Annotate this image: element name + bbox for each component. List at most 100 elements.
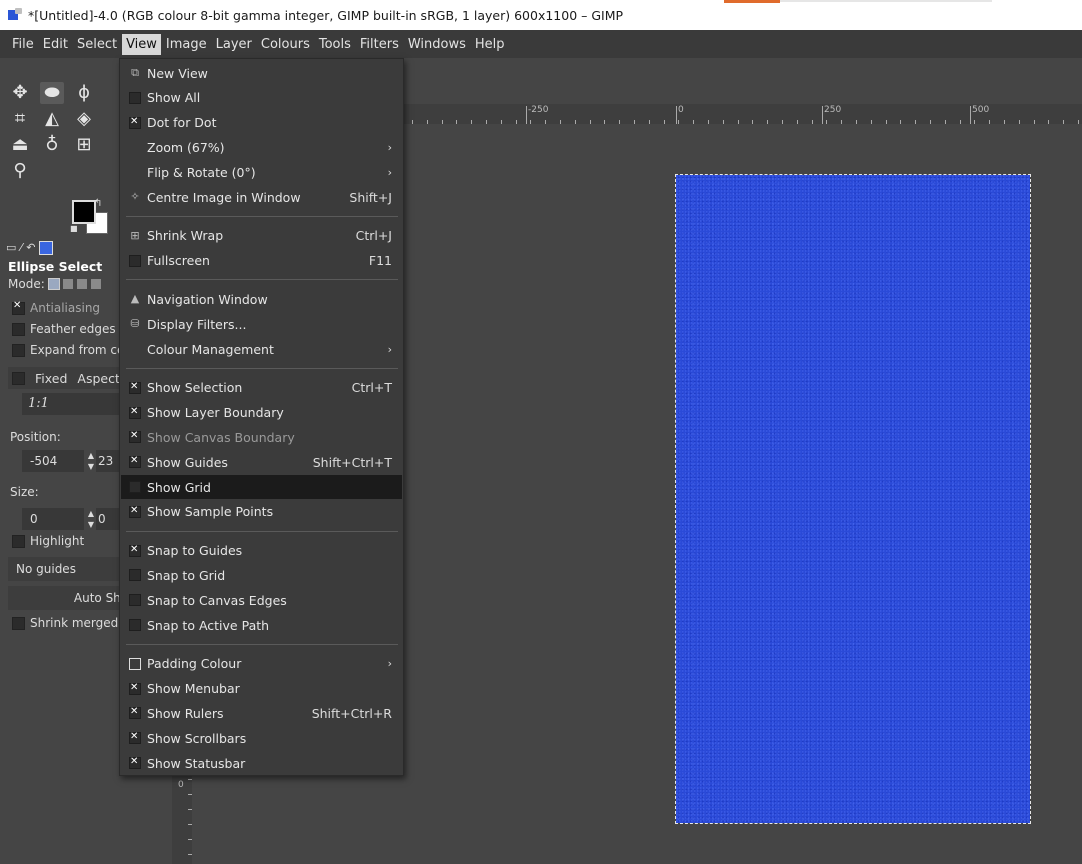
highlight-option[interactable]: Highlight: [12, 534, 84, 548]
tool-row-3: ⏏ ♁ ⊞: [8, 134, 96, 156]
view-menu-item-snap-to-active-path[interactable]: Snap to Active Path: [121, 613, 402, 637]
menu-tools[interactable]: Tools: [315, 34, 355, 55]
view-menu-item-colour-management[interactable]: Colour Management ›: [121, 337, 402, 361]
view-menu-item-zoom-67[interactable]: Zoom (67%) ›: [121, 135, 402, 159]
clone-tool-icon[interactable]: ⏏: [8, 134, 32, 156]
view-menu-item-fullscreen[interactable]: Fullscreen F11: [121, 249, 402, 273]
menu-separator: [126, 367, 398, 369]
aspect-combo[interactable]: Aspect: [77, 371, 119, 386]
checkbox-icon: [129, 254, 141, 267]
menu-select[interactable]: Select: [73, 34, 121, 55]
expand-from-center-option[interactable]: Expand from cen: [12, 343, 132, 357]
position-x-spinner[interactable]: ▲ ▼: [86, 450, 96, 472]
ellipse-select-icon[interactable]: ⬬: [40, 82, 64, 104]
view-menu-item-label: Snap to Canvas Edges: [147, 592, 287, 608]
view-menu-item-navigation-window[interactable]: ▲ Navigation Window: [121, 287, 402, 311]
view-menu-item-show-statusbar[interactable]: Show Statusbar: [121, 751, 402, 775]
free-select-icon[interactable]: ϕ: [72, 82, 96, 104]
antialiasing-option[interactable]: Antialiasing: [12, 300, 100, 315]
view-menu-item-flip-rotate-0[interactable]: Flip & Rotate (0°) ›: [121, 160, 402, 184]
highlight-checkbox[interactable]: [12, 534, 25, 548]
size-width-input[interactable]: 0: [22, 508, 84, 530]
position-x-input[interactable]: -504: [22, 450, 84, 472]
warp-tool-icon[interactable]: ◭: [40, 108, 64, 130]
mode-add-icon[interactable]: [62, 279, 73, 289]
fixed-checkbox[interactable]: [12, 371, 25, 385]
window-titlebar: *[Untitled]-4.0 (RGB colour 8-bit gamma …: [0, 0, 1082, 30]
menu-filters[interactable]: Filters: [356, 34, 403, 55]
view-menu-item-new-view[interactable]: ⧉ New View: [121, 61, 402, 85]
view-menu-item-show-guides[interactable]: Show Guides Shift+Ctrl+T: [121, 450, 402, 474]
shortcut-label: Shift+Ctrl+R: [311, 705, 392, 721]
antialiasing-checkbox[interactable]: [12, 300, 25, 315]
mode-intersect-icon[interactable]: [90, 279, 101, 289]
menu-separator: [126, 215, 398, 217]
image-canvas[interactable]: [675, 174, 1031, 824]
chevron-right-icon: ›: [387, 140, 392, 154]
zoom-tool-icon[interactable]: ⚲: [8, 160, 32, 182]
view-menu-item-shrink-wrap[interactable]: ⊞ Shrink Wrap Ctrl+J: [121, 224, 402, 248]
view-menu-item-centre-image-in-window[interactable]: ✧ Centre Image in Window Shift+J: [121, 185, 402, 209]
path-tool-icon[interactable]: ♁: [40, 134, 64, 156]
foreground-color-swatch[interactable]: [72, 200, 96, 224]
menu-edit[interactable]: Edit: [39, 34, 72, 55]
move-tool-icon[interactable]: ✥: [8, 82, 32, 104]
view-menu-item-show-canvas-boundary[interactable]: Show Canvas Boundary: [121, 425, 402, 449]
view-menu-item-show-selection[interactable]: Show Selection Ctrl+T: [121, 376, 402, 400]
position-y-input[interactable]: 23: [96, 450, 120, 472]
menu-image[interactable]: Image: [162, 34, 211, 55]
mode-subtract-icon[interactable]: [76, 279, 87, 289]
shortcut-label: Shift+J: [349, 189, 392, 205]
view-menu-item-show-menubar[interactable]: Show Menubar: [121, 677, 402, 701]
text-tool-icon[interactable]: ⊞: [72, 134, 96, 156]
view-menu-item-padding-colour[interactable]: Padding Colour ›: [121, 652, 402, 676]
view-menu-item-snap-to-guides[interactable]: Snap to Guides: [121, 539, 402, 563]
view-menu-item-label: Show Guides: [147, 454, 228, 470]
size-height-input[interactable]: 0: [96, 508, 120, 530]
menu-view[interactable]: View: [122, 33, 161, 55]
checkbox-icon: [129, 91, 141, 104]
feather-edges-option[interactable]: Feather edges: [12, 322, 116, 336]
view-menu-item-label: Show Grid: [147, 479, 211, 495]
menu-help[interactable]: Help: [471, 34, 509, 55]
aspect-ratio-entry[interactable]: 1:1: [22, 393, 122, 415]
view-menu-item-show-rulers[interactable]: Show Rulers Shift+Ctrl+R: [121, 701, 402, 725]
view-menu-item-show-layer-boundary[interactable]: Show Layer Boundary: [121, 401, 402, 425]
menu-windows[interactable]: Windows: [404, 34, 470, 55]
view-menu-item-snap-to-grid[interactable]: Snap to Grid: [121, 563, 402, 587]
selection-mode: Mode:: [8, 277, 101, 291]
reset-colors-icon[interactable]: ■: [70, 224, 78, 233]
undo-history-tab-icon[interactable]: ↶: [26, 241, 35, 255]
view-menu-item-show-sample-points[interactable]: Show Sample Points: [121, 500, 402, 524]
feather-edges-checkbox[interactable]: [12, 322, 25, 336]
view-menu-item-snap-to-canvas-edges[interactable]: Snap to Canvas Edges: [121, 588, 402, 612]
expand-from-center-checkbox[interactable]: [12, 343, 25, 357]
bucket-fill-icon[interactable]: ◈: [72, 108, 96, 130]
ruler-label-250: 250: [824, 105, 842, 115]
images-tab-icon[interactable]: [39, 241, 54, 255]
menu-layer[interactable]: Layer: [212, 34, 256, 55]
size-width-spinner[interactable]: ▲ ▼: [86, 508, 96, 530]
shrink-merged-option[interactable]: Shrink merged: [12, 616, 118, 630]
ruler-label-500: 500: [972, 105, 990, 115]
view-menu-item-show-all[interactable]: Show All: [121, 86, 402, 110]
view-menu-item-show-scrollbars[interactable]: Show Scrollbars: [121, 726, 402, 750]
device-status-tab-icon[interactable]: ⁄: [20, 241, 22, 255]
mode-label: Mode:: [8, 277, 45, 291]
tool-options-tab-icon[interactable]: ▭: [6, 241, 16, 255]
view-menu-item-show-grid[interactable]: Show Grid: [121, 475, 402, 499]
menu-colours[interactable]: Colours: [257, 34, 314, 55]
crop-tool-icon[interactable]: ⌗: [8, 108, 32, 130]
menu-file[interactable]: File: [8, 34, 38, 55]
shrink-merged-checkbox[interactable]: [12, 616, 25, 630]
checked-checkbox-icon: [129, 116, 141, 129]
view-menu-item-display-filters[interactable]: ⛁ Display Filters...: [121, 312, 402, 336]
mode-replace-icon[interactable]: [47, 278, 60, 290]
menu-separator: [126, 643, 398, 645]
shrink-wrap-icon: ⊞: [130, 228, 140, 242]
view-menu-item-dot-for-dot[interactable]: Dot for Dot: [121, 111, 402, 135]
view-menu-item-label: Show Canvas Boundary: [147, 429, 295, 445]
checked-checkbox-icon: [129, 756, 141, 769]
chevron-right-icon: ›: [387, 165, 392, 179]
